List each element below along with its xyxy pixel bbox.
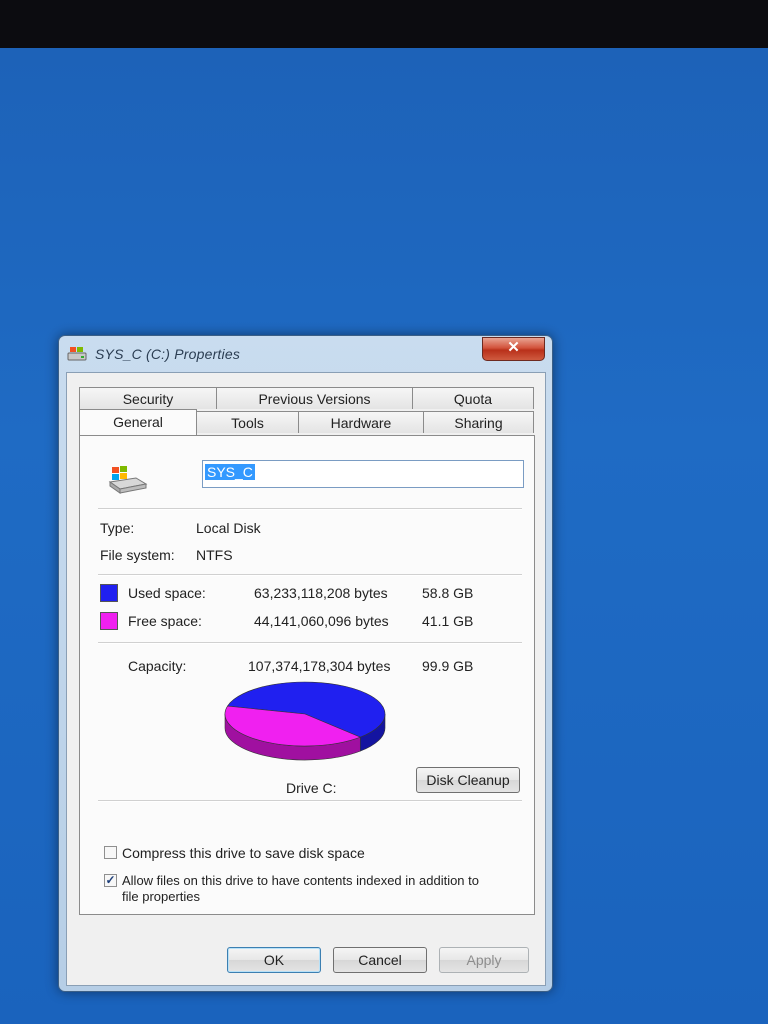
tab-tools[interactable]: Tools [196,411,299,433]
used-space-gb: 58.8 GB [422,585,474,601]
tab-security[interactable]: Security [79,387,217,409]
title-bar[interactable]: SYS_C (C:) Properties ✕ [59,336,552,372]
tab-sharing[interactable]: Sharing [423,411,534,433]
tab-quota[interactable]: Quota [412,387,534,409]
free-space-swatch [100,612,118,630]
separator [98,508,522,510]
windows-drive-icon [108,466,148,494]
volume-name-input[interactable]: SYS_C [202,460,524,488]
free-space-bytes: 44,141,060,096 bytes [254,613,389,629]
type-value: Local Disk [196,520,261,536]
compress-checkbox[interactable] [104,846,117,859]
tab-label: General [113,414,163,430]
capacity-gb: 99.9 GB [422,658,474,674]
apply-button[interactable]: Apply [439,947,529,973]
dialog-client-area: Security Previous Versions Quota General… [66,372,546,986]
separator [98,574,522,576]
free-space-gb: 41.1 GB [422,613,474,629]
tab-label: Sharing [454,415,503,431]
tab-label: Quota [453,391,493,407]
disk-usage-pie-chart [224,681,386,761]
properties-dialog: SYS_C (C:) Properties ✕ Security Previou… [58,335,553,992]
general-tab-panel: SYS_C Type: Local Disk File system: NTFS… [79,435,535,915]
disk-cleanup-button[interactable]: Disk Cleanup [416,767,520,793]
button-label: Disk Cleanup [426,772,510,788]
index-checkbox[interactable]: ✓ [104,874,117,887]
tab-previous-versions[interactable]: Previous Versions [216,387,413,409]
file-system-label: File system: [100,547,175,563]
cancel-button[interactable]: Cancel [333,947,427,973]
tab-hardware[interactable]: Hardware [298,411,424,433]
capacity-bytes: 107,374,178,304 bytes [248,658,391,674]
button-label: Apply [466,952,502,968]
tab-label: Security [122,391,174,407]
close-button[interactable]: ✕ [482,337,545,361]
tab-label: Previous Versions [258,391,371,407]
volume-name-text: SYS_C [205,464,255,480]
window-title: SYS_C (C:) Properties [95,346,241,362]
drive-icon [67,347,87,361]
tab-label: Hardware [330,415,392,431]
tab-general[interactable]: General [79,409,197,435]
separator [98,642,522,644]
free-space-label: Free space: [128,613,202,629]
ok-button[interactable]: OK [227,947,321,973]
drive-label: Drive C: [286,780,337,796]
capacity-label: Capacity: [128,658,187,674]
separator [98,800,522,802]
used-space-bytes: 63,233,118,208 bytes [254,585,388,601]
close-icon: ✕ [507,339,520,356]
compress-label: Compress this drive to save disk space [122,845,365,861]
check-icon: ✓ [105,873,116,887]
used-space-label: Used space: [128,585,206,601]
tab-label: Tools [231,415,264,431]
index-label-line2: file properties [122,889,201,904]
type-label: Type: [100,520,135,536]
file-system-value: NTFS [196,547,233,563]
index-label-line1: Allow files on this drive to have conten… [122,873,479,888]
button-label: Cancel [358,952,402,968]
used-space-swatch [100,584,118,602]
button-label: OK [263,952,285,968]
